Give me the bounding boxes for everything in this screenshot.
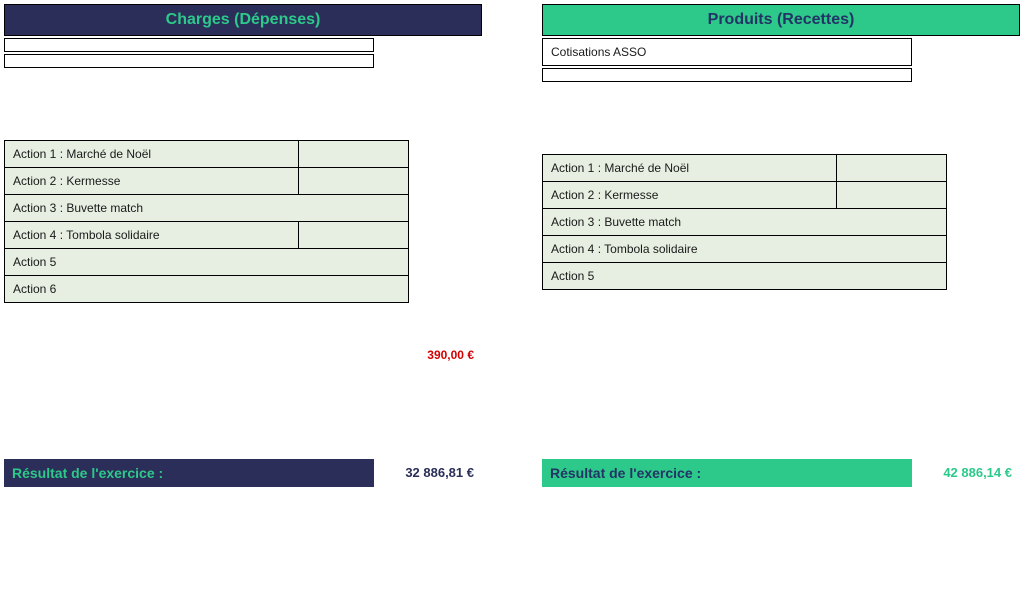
result-label: Résultat de l'exercice : [4,459,374,487]
table-row: Action 2 : Kermesse [542,182,947,209]
cell-label [4,38,374,52]
table-row: Action 2 : Kermesse [4,168,409,195]
cell-amount [837,182,947,209]
produits-result-row: Résultat de l'exercice : 42 886,14 € [542,459,1020,487]
charges-header: Charges (Dépenses) [4,4,482,36]
cell-label [4,54,374,68]
table-row: Action 3 : Buvette match [542,209,947,236]
cell-amount [299,168,409,195]
charges-actions-group: Action 1 : Marché de Noël Action 2 : Ker… [4,140,409,303]
cell-amount-negative: 390,00 € [332,348,482,362]
produits-top-group: Cotisations ASSO [542,38,1020,82]
produits-header: Produits (Recettes) [542,4,1020,36]
cell-label: Action 4 : Tombola solidaire [4,222,299,249]
cell-amount [299,222,409,249]
cell-amount [837,154,947,182]
charges-column: Charges (Dépenses) Action 1 : Marché de … [4,4,482,495]
cell-label: Action 5 [542,263,947,290]
table-row [542,68,1020,82]
table-row: Action 5 [4,249,409,276]
result-amount: 42 886,14 € [912,459,1020,487]
budget-two-columns: Charges (Dépenses) Action 1 : Marché de … [0,0,1024,495]
cell-label: Action 4 : Tombola solidaire [542,236,947,263]
result-label: Résultat de l'exercice : [542,459,912,487]
table-row: Cotisations ASSO [542,38,1020,66]
cell-label: Action 3 : Buvette match [4,195,409,222]
produits-column: Produits (Recettes) Cotisations ASSO Act… [542,4,1020,495]
cell-label: Action 5 [4,249,409,276]
cell-label: Action 6 [4,276,409,303]
table-row: Action 1 : Marché de Noël [4,140,409,168]
result-amount: 32 886,81 € [374,459,482,487]
cell-amount [299,140,409,168]
cell-label: Action 3 : Buvette match [542,209,947,236]
table-row [4,54,482,68]
produits-actions-group: Action 1 : Marché de Noël Action 2 : Ker… [542,154,947,290]
cell-label: Action 2 : Kermesse [4,168,299,195]
table-row: Action 1 : Marché de Noël [542,154,947,182]
table-row: Action 4 : Tombola solidaire [4,222,409,249]
table-row: Action 5 [542,263,947,290]
table-row: Action 6 [4,276,409,303]
cell-label [542,68,912,82]
charges-result-row: Résultat de l'exercice : 32 886,81 € [4,459,482,487]
charges-mid-row: 390,00 € [4,343,482,367]
cell-label: Action 1 : Marché de Noël [542,154,837,182]
cell-label: Action 2 : Kermesse [542,182,837,209]
cell-label: Action 1 : Marché de Noël [4,140,299,168]
table-row: Action 3 : Buvette match [4,195,409,222]
table-row [4,38,482,52]
charges-top-group [4,38,482,68]
cell-label: Cotisations ASSO [542,38,912,66]
table-row: Action 4 : Tombola solidaire [542,236,947,263]
